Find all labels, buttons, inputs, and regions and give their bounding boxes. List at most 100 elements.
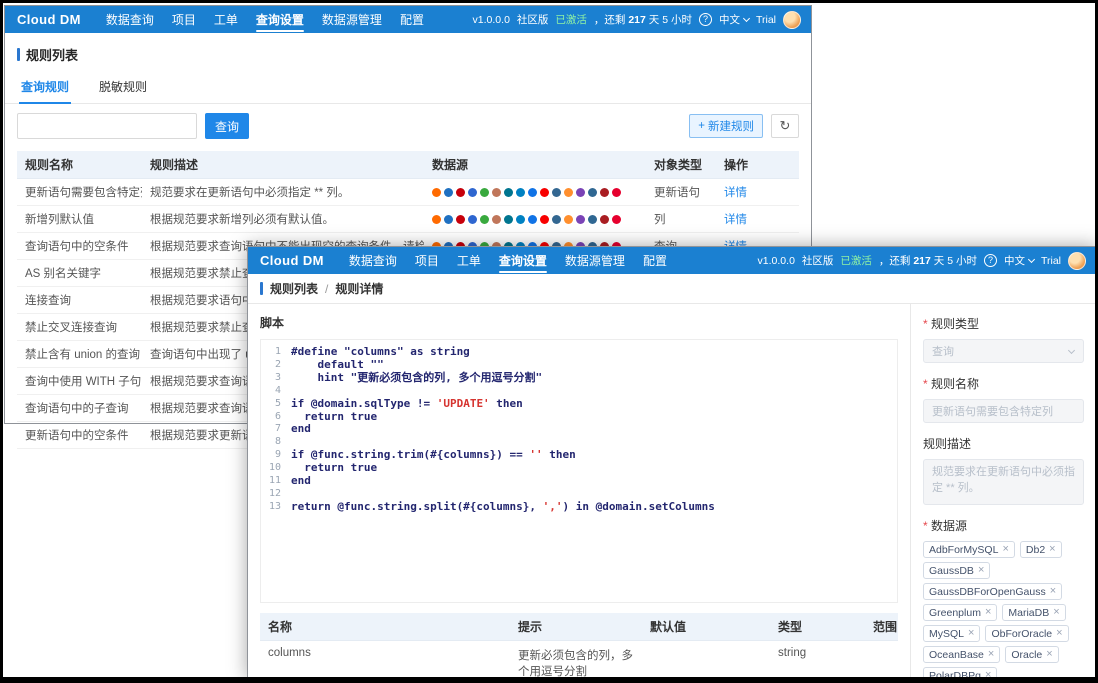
datasource-tag-label: Greenplum	[929, 607, 981, 619]
oceanbase-icon	[528, 215, 537, 224]
datasource-tag[interactable]: PolarDBPg×	[923, 667, 997, 678]
version-label: v1.0.0.0	[758, 255, 795, 267]
rule-name-cell: AS 别名关键字	[17, 260, 142, 287]
mariadb-icon	[492, 215, 501, 224]
line-number: 4	[261, 385, 291, 398]
adbformysql-icon	[432, 215, 441, 224]
oracle-icon	[540, 215, 549, 224]
sqlserver-icon	[600, 188, 609, 197]
help-icon[interactable]: ?	[699, 13, 712, 26]
nav-project[interactable]: 项目	[406, 247, 448, 274]
tag-close-icon[interactable]: ×	[985, 670, 991, 678]
rule-row: 更新语句需要包含特定列规范要求在更新语句中必须指定 ** 列。更新语句详情	[17, 179, 799, 206]
rule-search-input[interactable]	[17, 113, 197, 139]
rule-name-input[interactable]: 更新语句需要包含特定列	[923, 399, 1084, 423]
nav-data-query[interactable]: 数据查询	[97, 6, 163, 33]
new-rule-button[interactable]: +新建规则	[689, 114, 763, 138]
datasource-tag[interactable]: AdbForMySQL×	[923, 541, 1015, 558]
sqlserver-icon	[600, 215, 609, 224]
tag-close-icon[interactable]: ×	[1053, 607, 1059, 618]
rule-tabs: 查询规则 脱敏规则	[5, 72, 811, 104]
nav-config[interactable]: 配置	[634, 247, 676, 274]
nav-project[interactable]: 项目	[163, 6, 205, 33]
datasource-tag[interactable]: OceanBase×	[923, 646, 1000, 663]
detail-link[interactable]: 详情	[724, 187, 747, 199]
rule-type-select[interactable]: 查询	[923, 339, 1084, 363]
datasource-tag[interactable]: ObForOracle×	[985, 625, 1068, 642]
tag-close-icon[interactable]: ×	[985, 607, 991, 618]
obfororacle-icon	[516, 188, 525, 197]
language-switcher[interactable]: 中文	[719, 12, 749, 27]
tag-close-icon[interactable]: ×	[968, 628, 974, 639]
line-number: 12	[261, 488, 291, 501]
datasource-tag[interactable]: Db2×	[1020, 541, 1062, 558]
oceanbase-icon	[528, 188, 537, 197]
tag-close-icon[interactable]: ×	[1056, 628, 1062, 639]
nav-data-query[interactable]: 数据查询	[340, 247, 406, 274]
polardbmysql-icon	[564, 188, 573, 197]
nav-datasource-admin[interactable]: 数据源管理	[313, 6, 391, 33]
rule-desc-cell: 规范要求在更新语句中必须指定 ** 列。	[142, 179, 424, 206]
code-text: hint "更新必须包含的列, 多个用逗号分割"	[291, 372, 542, 385]
polardbmysql-icon	[564, 215, 573, 224]
navbar-right: v1.0.0.0 社区版 已激活 ，还剩 217 天 5 小时 ? 中文 Tri…	[758, 252, 1086, 270]
main-menu: 数据查询项目工单查询设置数据源管理配置	[340, 247, 676, 274]
screen: Cloud DM 数据查询项目工单查询设置数据源管理配置 v1.0.0.0 社区…	[0, 0, 1098, 683]
polardbx-icon	[576, 188, 585, 197]
rule-name-cell: 查询语句中的空条件	[17, 233, 142, 260]
nav-ticket[interactable]: 工单	[205, 6, 247, 33]
rule-datasource-cell	[424, 206, 646, 233]
tag-close-icon[interactable]: ×	[1049, 544, 1055, 555]
datasource-tag[interactable]: GaussDB×	[923, 562, 990, 579]
avatar[interactable]	[783, 11, 801, 29]
rule-desc-textarea[interactable]: 规范要求在更新语句中必须指定 ** 列。	[923, 459, 1084, 505]
tidb-icon	[612, 188, 621, 197]
params-table-header-row: 名称 提示 默认值 类型 范围	[260, 613, 898, 641]
breadcrumb-rules-list[interactable]: 规则列表	[270, 280, 318, 297]
script-code-editor[interactable]: 1#define "columns" as string2 default ""…	[260, 339, 898, 603]
tag-close-icon[interactable]: ×	[978, 565, 984, 576]
new-rule-label: 新建规则	[708, 118, 754, 134]
gaussdbforopengauss-icon	[468, 188, 477, 197]
line-number: 6	[261, 411, 291, 424]
gaussdb-icon	[456, 188, 465, 197]
nav-datasource-admin[interactable]: 数据源管理	[556, 247, 634, 274]
nav-config[interactable]: 配置	[391, 6, 433, 33]
datasource-tag[interactable]: Oracle×	[1005, 646, 1058, 663]
refresh-button[interactable]: ↻	[771, 114, 799, 138]
datasource-tag[interactable]: MySQL×	[923, 625, 980, 642]
trial-label: Trial	[756, 14, 776, 26]
mysql-icon	[504, 215, 513, 224]
column-header-action: 操作	[716, 151, 799, 179]
activation-status: 已激活	[555, 12, 587, 27]
tag-close-icon[interactable]: ×	[988, 649, 994, 660]
code-line: 7end	[261, 423, 897, 436]
nav-ticket[interactable]: 工单	[448, 247, 490, 274]
column-header-desc: 规则描述	[142, 151, 424, 179]
code-text: return @func.string.split(#{columns}, ',…	[291, 501, 715, 514]
line-number: 7	[261, 423, 291, 436]
line-number: 13	[261, 501, 291, 514]
avatar[interactable]	[1068, 252, 1086, 270]
tab-query-rules[interactable]: 查询规则	[19, 72, 71, 103]
line-number: 8	[261, 436, 291, 449]
language-switcher[interactable]: 中文	[1004, 253, 1034, 268]
rule-name-value: 更新语句需要包含特定列	[932, 403, 1053, 419]
nav-query-settings[interactable]: 查询设置	[490, 247, 556, 274]
nav-query-settings[interactable]: 查询设置	[247, 6, 313, 33]
datasource-tag[interactable]: Greenplum ×	[923, 604, 997, 621]
code-line: 11end	[261, 475, 897, 488]
datasource-tag[interactable]: MariaDB×	[1002, 604, 1065, 621]
tag-close-icon[interactable]: ×	[1046, 649, 1052, 660]
tab-masking-rules[interactable]: 脱敏规则	[97, 72, 149, 103]
search-button[interactable]: 查询	[205, 113, 249, 139]
rule-desc-value: 规范要求在更新语句中必须指定 ** 列。	[932, 465, 1075, 497]
detail-link[interactable]: 详情	[724, 214, 747, 226]
help-icon[interactable]: ?	[984, 254, 997, 267]
tag-close-icon[interactable]: ×	[1002, 544, 1008, 555]
rule-datasource-cell	[424, 179, 646, 206]
tag-close-icon[interactable]: ×	[1050, 586, 1056, 597]
greenplum-icon	[480, 215, 489, 224]
datasource-tag[interactable]: GaussDBForOpenGauss×	[923, 583, 1062, 600]
mariadb-icon	[492, 188, 501, 197]
